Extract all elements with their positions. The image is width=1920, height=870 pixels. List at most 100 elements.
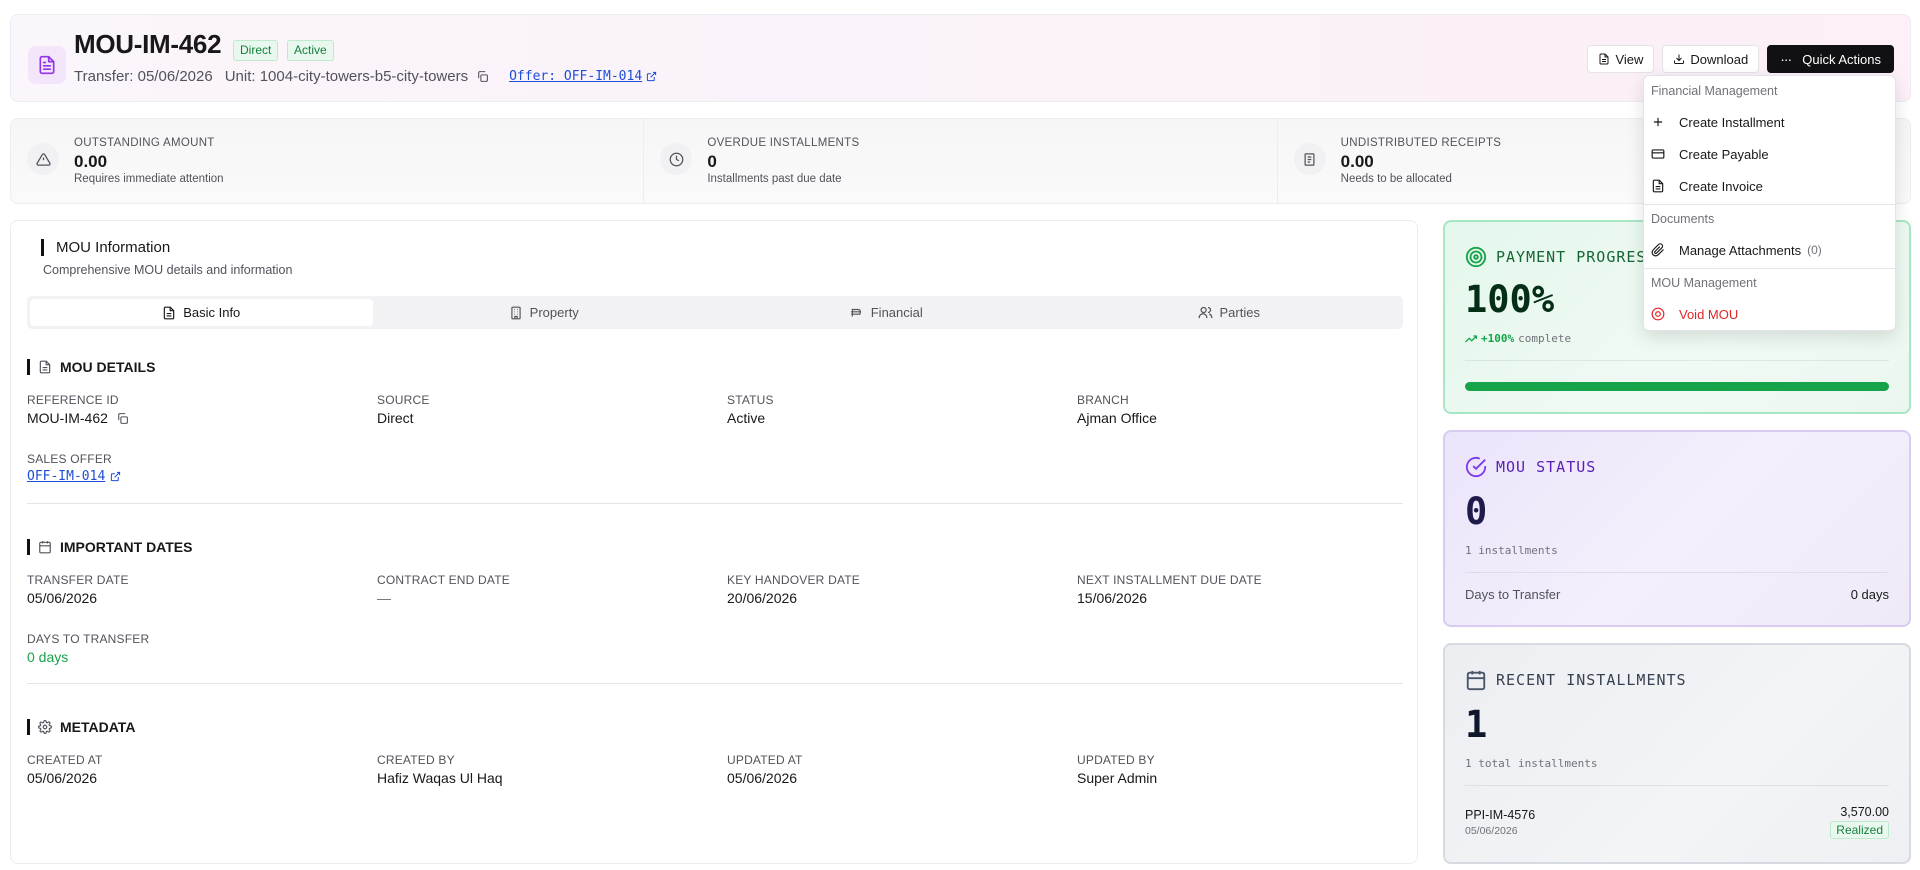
download-icon [1673,53,1685,65]
menu-group-label: Documents [1651,212,1715,226]
card-description: Comprehensive MOU details and informatio… [43,263,293,277]
tab-basic-info[interactable]: Basic Info [30,299,373,326]
created-at-value: 05/06/2026 [27,770,98,786]
attachments-count: (0) [1807,243,1822,257]
tab-bar: Basic Info Property Financial Parties [27,296,1403,329]
payment-trend: +100% complete [1465,332,1571,345]
installment-date: 05/06/2026 [1465,825,1518,837]
field-label: CONTRACT END DATE [377,573,510,587]
mou-information-card: MOU Information Comprehensive MOU detail… [10,220,1418,864]
status-badge: Active [287,40,334,61]
file-icon [1598,53,1610,65]
field-label: DAYS TO TRANSFER [27,632,150,646]
stat-outstanding: OUTSTANDING AMOUNT 0.00 Requires immedia… [11,119,645,203]
divider [1465,360,1889,361]
menu-item-create-installment[interactable]: Create Installment [1651,108,1888,136]
card-title: MOU Information [41,239,170,256]
clock-icon [660,143,693,175]
created-by-value: Hafiz Waqas Ul Haq [377,770,503,786]
stat-value: 0 [707,152,717,171]
stats-bar: OUTSTANDING AMOUNT 0.00 Requires immedia… [10,118,1911,204]
stat-label: UNDISTRIBUTED RECEIPTS [1340,137,1502,149]
updated-by-value: Super Admin [1077,770,1158,786]
tab-label: Parties [1219,305,1260,320]
tab-property[interactable]: Property [373,299,716,326]
external-link-icon[interactable] [110,471,121,482]
more-horizontal-icon: ··· [1780,51,1792,67]
field-label: KEY HANDOVER DATE [727,573,860,587]
card-title: PAYMENT PROGRESS [1496,248,1657,266]
menu-group-label: Financial Management [1651,84,1778,98]
trend-value: +100% [1481,332,1515,345]
tab-label: Financial [870,305,923,320]
card-header: PAYMENT PROGRESS [1465,246,1657,268]
field-label: CREATED BY [377,753,455,767]
paperclip-icon [1651,243,1665,257]
view-label: View [1615,51,1644,67]
unit-text: Unit: 1004-city-towers-b5-city-towers [224,68,469,85]
mou-status-card: MOU STATUS 0 1 installments Days to Tran… [1443,430,1911,627]
menu-group-label: MOU Management [1651,276,1757,290]
transfer-date-value: 05/06/2026 [27,590,98,606]
card-title: RECENT INSTALLMENTS [1496,671,1687,689]
menu-item-void-mou[interactable]: Void MOU [1651,300,1888,328]
installments-count: 1 [1465,703,1488,746]
section-metadata: METADATA [27,719,135,735]
status-sub: 1 installments [1465,544,1558,557]
days-to-transfer-label: Days to Transfer [1465,587,1561,602]
stat-value: 0.00 [1340,152,1374,171]
stat-label: OVERDUE INSTALLMENTS [707,137,860,149]
menu-item-label: Manage Attachments [1679,242,1802,258]
stat-sub: Installments past due date [707,173,842,185]
field-label: CREATED AT [27,753,103,767]
quick-actions-menu: Financial Management Create Installment … [1643,75,1896,331]
source-badge: Direct [233,40,279,61]
field-label: STATUS [727,393,774,407]
tab-parties[interactable]: Parties [1058,299,1401,326]
divider [1465,572,1889,573]
field-label: SOURCE [377,393,430,407]
reference-id-value: MOU-IM-462 [27,410,129,426]
receipt-icon [1293,143,1326,175]
installments-sub: 1 total installments [1465,757,1598,770]
offer-link[interactable]: Offer: OFF-IM-014 [509,69,642,84]
target-icon [1465,246,1487,268]
menu-item-create-payable[interactable]: Create Payable [1651,140,1888,168]
section-important-dates: IMPORTANT DATES [27,539,192,555]
recent-installments-card: RECENT INSTALLMENTS 1 1 total installmen… [1443,643,1911,864]
transfer-date-text: Transfer: 05/06/2026 [74,68,213,85]
trend-suffix: complete [1518,332,1572,345]
check-circle-icon [1465,456,1487,478]
sales-offer-link[interactable]: OFF-IM-014 [27,469,105,484]
copy-icon[interactable] [476,70,489,83]
trending-up-icon [1465,333,1477,345]
installment-id[interactable]: PPI-IM-4576 [1465,808,1535,822]
download-button[interactable]: Download [1662,45,1760,73]
days-to-transfer-value: 0 days [1850,587,1889,602]
tab-label: Property [529,305,579,320]
header-subtitle: Transfer: 05/06/2026 Unit: 1004-city-tow… [74,68,657,85]
menu-item-label: Create Installment [1679,114,1785,130]
quick-actions-button[interactable]: ··· Quick Actions [1767,45,1894,73]
banknote-icon [850,306,864,320]
external-link-icon[interactable] [646,71,657,82]
credit-card-icon [1651,147,1665,161]
handover-date-value: 20/06/2026 [727,590,798,606]
view-button[interactable]: View [1587,45,1655,73]
tab-financial[interactable]: Financial [715,299,1058,326]
field-label: TRANSFER DATE [27,573,129,587]
copy-icon[interactable] [116,412,129,425]
field-label: BRANCH [1077,393,1129,407]
card-header: MOU STATUS [1465,456,1596,478]
progress-fill [1465,382,1889,391]
section-heading: METADATA [60,719,136,735]
file-text-icon [162,306,176,320]
section-heading: IMPORTANT DATES [60,539,193,555]
section-heading: MOU DETAILS [60,359,156,375]
file-text-icon [38,360,52,374]
users-icon [1198,305,1213,320]
menu-separator [1644,268,1895,269]
page-title: MOU-IM-462 [74,29,222,59]
menu-item-manage-attachments[interactable]: Manage Attachments (0) [1651,236,1888,264]
menu-item-create-invoice[interactable]: Create Invoice [1651,172,1888,200]
